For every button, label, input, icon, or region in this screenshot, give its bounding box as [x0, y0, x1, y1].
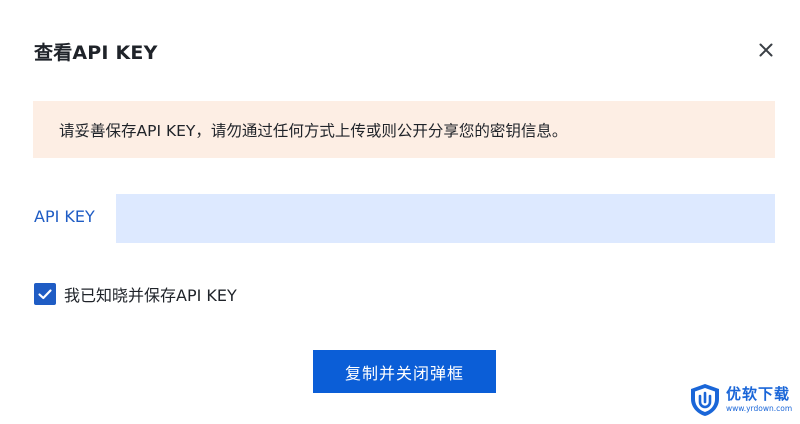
dialog-title: 查看API KEY — [34, 42, 158, 64]
watermark-title: 优软下载 — [726, 385, 791, 404]
acknowledge-checkbox[interactable] — [34, 283, 56, 305]
checkmark-icon — [38, 289, 52, 300]
watermark: 优软下载 www.yrdown.com — [688, 381, 796, 419]
api-key-label: API KEY — [34, 207, 95, 226]
api-key-field[interactable] — [116, 194, 775, 243]
close-button[interactable] — [754, 38, 778, 62]
acknowledge-label: 我已知晓并保存API KEY — [64, 286, 237, 305]
copy-and-close-button[interactable]: 复制并关闭弹框 — [313, 350, 496, 393]
warning-notice: 请妥善保存API KEY，请勿通过任何方式上传或则公开分享您的密钥信息。 — [33, 101, 775, 158]
watermark-text: 优软下载 www.yrdown.com — [726, 387, 792, 413]
acknowledge-checkbox-row[interactable]: 我已知晓并保存API KEY — [34, 282, 237, 306]
warning-notice-text: 请妥善保存API KEY，请勿通过任何方式上传或则公开分享您的密钥信息。 — [59, 121, 568, 140]
shield-logo-icon — [691, 384, 719, 416]
watermark-url: www.yrdown.com — [726, 404, 793, 414]
close-icon — [759, 43, 773, 57]
api-key-dialog: 查看API KEY 请妥善保存API KEY，请勿通过任何方式上传或则公开分享您… — [0, 0, 800, 424]
